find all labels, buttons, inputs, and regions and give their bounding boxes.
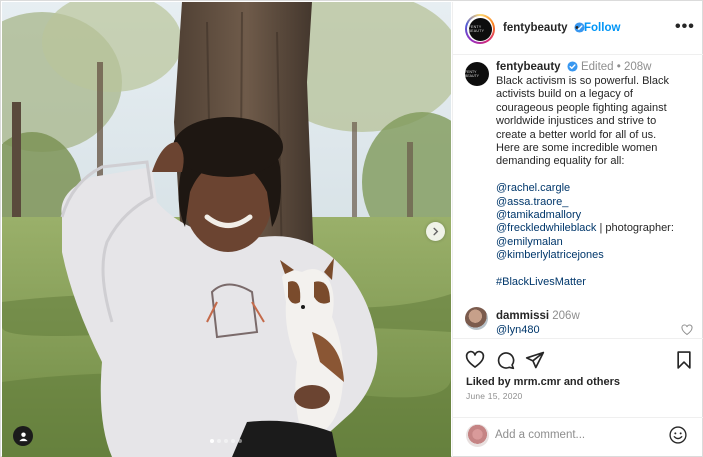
comment-like-icon[interactable]	[681, 324, 693, 336]
carousel-dot	[210, 439, 214, 443]
comment-input[interactable]	[495, 426, 655, 444]
carousel-dot	[217, 439, 221, 443]
follow-button[interactable]: Follow	[584, 22, 620, 34]
post-date[interactable]: June 15, 2020	[466, 391, 522, 401]
user-tag-button[interactable]	[13, 426, 33, 446]
caption-meta: Edited • 208w	[580, 61, 652, 73]
heart-icon[interactable]	[465, 350, 485, 370]
comment-header: dammissi 206w	[496, 310, 580, 322]
caption-username[interactable]: fentybeauty	[496, 61, 561, 73]
caption-text: Black activism is so powerful. Black act…	[496, 75, 696, 289]
mention-link[interactable]: @tamikadmallory	[496, 209, 581, 221]
verified-badge-icon	[567, 61, 578, 72]
chevron-right-icon	[433, 227, 439, 236]
mention-link[interactable]: @kimberlylatricejones	[496, 249, 604, 261]
caption-line: activists build on a legacy of	[496, 88, 633, 101]
comment-text: @lyn480	[496, 324, 540, 336]
current-user-avatar	[466, 424, 489, 447]
post-photo[interactable]	[2, 2, 451, 457]
caption-line: courageous people fighting against	[496, 101, 667, 114]
comment-username[interactable]: dammissi	[496, 310, 549, 322]
caption-line: demanding equality for all:	[496, 155, 625, 168]
avatar[interactable]: FENTY BEAUTY	[468, 17, 492, 41]
mention-link[interactable]: @assa.traore_	[496, 196, 568, 208]
carousel-dot	[231, 439, 235, 443]
header-username[interactable]: fentybeauty	[503, 22, 585, 34]
post-actions: Liked by mrm.cmr and others June 15, 202…	[453, 338, 703, 425]
emoji-icon[interactable]	[668, 425, 688, 445]
add-comment-bar	[453, 417, 703, 457]
post-side-panel: FENTY BEAUTY fentybeauty • Follow ••• FE…	[452, 2, 703, 457]
comment-avatar[interactable]	[465, 307, 488, 330]
caption-line: worldwide injustices and strive to	[496, 115, 657, 128]
photographer-label: | photographer:	[596, 222, 674, 235]
more-options-button[interactable]: •••	[675, 19, 695, 35]
likes-summary[interactable]: Liked by mrm.cmr and others	[466, 376, 620, 388]
mention-link[interactable]: @rachel.cargle	[496, 182, 570, 194]
carousel-indicator	[210, 439, 242, 443]
caption-line: Black activism is so powerful. Black	[496, 75, 669, 87]
bookmark-icon[interactable]	[674, 350, 694, 370]
mention-link[interactable]: @freckledwhileblack	[496, 222, 596, 234]
comment-time: 206w	[552, 310, 580, 322]
carousel-next-button[interactable]	[426, 222, 445, 241]
story-ring[interactable]: FENTY BEAUTY	[465, 14, 495, 44]
post-photo-illustration	[2, 2, 451, 457]
hashtag-link[interactable]: #BlackLivesMatter	[496, 276, 586, 288]
user-tag-icon	[18, 431, 28, 441]
comments-section[interactable]: FENTY BEAUTY fentybeauty Edited • 208w B…	[453, 56, 703, 338]
caption-line: Here are some incredible women	[496, 142, 658, 155]
carousel-dot	[238, 439, 242, 443]
comment-icon[interactable]	[495, 350, 515, 370]
caption-avatar[interactable]: FENTY BEAUTY	[465, 62, 489, 86]
post-dialog: FENTY BEAUTY fentybeauty • Follow ••• FE…	[0, 0, 703, 457]
share-icon[interactable]	[525, 350, 545, 370]
caption-line: create a better world for all of us.	[496, 128, 657, 141]
caption-header: fentybeauty Edited • 208w	[496, 61, 651, 73]
post-header: FENTY BEAUTY fentybeauty • Follow •••	[453, 2, 703, 55]
header-separator: •	[575, 22, 579, 34]
mention-link[interactable]: @lyn480	[496, 324, 540, 336]
mention-link[interactable]: @emilymalan	[496, 236, 563, 248]
carousel-dot	[224, 439, 228, 443]
